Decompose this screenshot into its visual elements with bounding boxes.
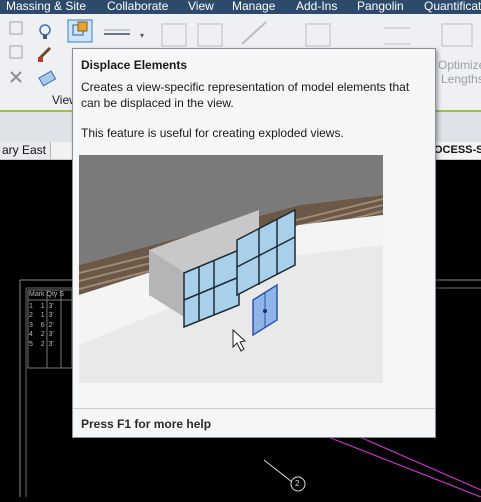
- menu-item-quantification[interactable]: Quantificati: [424, 0, 481, 13]
- schedule-cell: 3': [48, 340, 54, 348]
- optimize-label-1: Optimize: [438, 58, 481, 72]
- menu-item-collaborate[interactable]: Collaborate: [107, 0, 168, 13]
- schedule-cell: 1: [29, 302, 33, 310]
- align-icon[interactable]: [104, 29, 130, 35]
- x-icon[interactable]: [10, 71, 22, 83]
- schedule-header-size: S: [59, 291, 65, 298]
- menu-item-massing-site[interactable]: Massing & Site: [6, 0, 86, 13]
- tooltip-help: Press F1 for more help: [81, 417, 212, 431]
- schedule-cell: 2: [40, 340, 45, 348]
- menu-item-pangolin[interactable]: Pangolin: [357, 0, 404, 13]
- schedule-cell: 2: [29, 312, 33, 319]
- schedule-cell: 3': [48, 312, 54, 319]
- schedule-cell: 3': [48, 302, 54, 310]
- schedule-text: Mark Qty S 1 1 3' 2 1 3' 3 6 2' 4 2 3' 5…: [29, 290, 64, 349]
- schedule-header-mark: Mark: [29, 291, 45, 298]
- schedule-cell: 2': [48, 321, 54, 329]
- schedule-cell: 2: [40, 331, 45, 338]
- optimize-label-2: Lengths: [441, 72, 481, 86]
- view-tab-left[interactable]: ary East 1: [0, 142, 51, 159]
- schedule-cell: 3: [29, 321, 33, 329]
- schedule-cell: 3': [48, 331, 54, 338]
- tooltip-illustration: [79, 155, 383, 383]
- bulb-icon[interactable]: [39, 24, 51, 39]
- schedule-cell: 6: [40, 321, 45, 329]
- menu-bar: Massing & Site Collaborate View Manage A…: [0, 0, 481, 14]
- tooltip-displace-elements: Displace Elements Creates a view-specifi…: [72, 48, 436, 438]
- schedule-cell: 1: [40, 302, 45, 310]
- pin-icon[interactable]: [9, 21, 23, 35]
- schedule-cell: 1: [40, 312, 45, 319]
- tooltip-title: Displace Elements: [81, 58, 188, 72]
- grayed-tool-icon: [161, 21, 473, 47]
- tooltip-note: This feature is useful for creating expl…: [81, 126, 344, 140]
- schedule-cell: 5: [29, 340, 33, 348]
- displace-elements-icon[interactable]: [67, 19, 93, 43]
- tooltip-description: Creates a view-specific representation o…: [81, 80, 410, 110]
- brush-icon[interactable]: [38, 46, 52, 62]
- menu-item-add-ins[interactable]: Add-Ins: [296, 0, 337, 13]
- menu-item-manage[interactable]: Manage: [232, 0, 275, 13]
- schedule-cell: 4: [29, 331, 33, 338]
- tooltip-divider: [73, 408, 435, 409]
- pin2-icon: [9, 45, 23, 59]
- view-tab-right[interactable]: OCESS-S: [434, 142, 481, 159]
- eraser-icon[interactable]: [38, 70, 57, 87]
- grid-tag-label: 2: [295, 479, 300, 488]
- chevron-down-icon[interactable]: ▾: [140, 31, 144, 40]
- schedule-header-qty: Qty: [46, 291, 58, 298]
- menu-item-view[interactable]: View: [188, 0, 214, 13]
